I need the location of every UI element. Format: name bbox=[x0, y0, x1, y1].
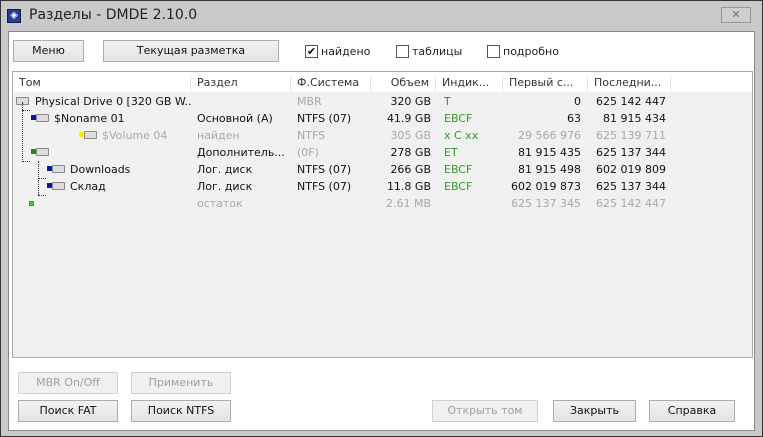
column-filesystem[interactable]: Ф.Система bbox=[291, 76, 371, 92]
open-volume-button[interactable]: Открыть том bbox=[432, 400, 538, 422]
filesystem: NTFS bbox=[297, 129, 326, 142]
drive-icon bbox=[36, 148, 49, 156]
cell-ind: ET bbox=[444, 146, 458, 159]
cell-size: 41.9 GB bbox=[386, 112, 431, 125]
tree-line bbox=[22, 102, 23, 162]
checkbox-found[interactable]: ✔ найдено bbox=[305, 44, 370, 58]
table-row[interactable]: $Noname 01 Основной (А) NTFS (07) 41.9 GB EB… bbox=[13, 110, 752, 127]
checkbox-detailed-box[interactable] bbox=[487, 44, 500, 58]
cell-size: 2.61 MB bbox=[385, 197, 431, 210]
drive-icon bbox=[52, 182, 65, 190]
volume-name: Склад bbox=[70, 180, 106, 193]
filesystem: NTFS (07) bbox=[297, 163, 352, 176]
search-fat-button[interactable]: Поиск FAT bbox=[18, 400, 118, 422]
partition-type: Лог. диск bbox=[197, 163, 253, 176]
cell-last: 625 137 344 bbox=[596, 146, 666, 159]
tree-line bbox=[22, 161, 30, 162]
partition-list[interactable]: Том Раздел Ф.Система Объем Индик... Перв… bbox=[12, 71, 753, 358]
cell-first: 29 566 976 bbox=[518, 129, 581, 142]
volume-name: Downloads bbox=[70, 163, 131, 176]
checkbox-label: найдено bbox=[321, 44, 371, 58]
filesystem: (0F) bbox=[297, 146, 319, 159]
volume-name: Physical Drive 0 [320 GB W... bbox=[35, 95, 191, 108]
partition-type: Дополнитель... bbox=[197, 146, 285, 159]
cell-first: 63 bbox=[567, 112, 581, 125]
cell-ind: EBCF bbox=[444, 180, 473, 193]
cell-last: 625 137 344 bbox=[596, 180, 666, 193]
table-row[interactable]: остаток 2.61 MB 625 137 345 625 142 447 bbox=[13, 195, 752, 212]
mbr-toggle-button[interactable]: MBR On/Off bbox=[18, 372, 118, 394]
drive-icon bbox=[52, 165, 65, 173]
partition-type: найден bbox=[197, 129, 240, 142]
cell-size: 305 GB bbox=[390, 129, 431, 142]
free-space-icon bbox=[29, 201, 34, 206]
cell-size: 266 GB bbox=[390, 163, 431, 176]
partition-type: остаток bbox=[197, 197, 243, 210]
cell-first: 81 915 435 bbox=[518, 146, 581, 159]
table-row[interactable]: Physical Drive 0 [320 GB W... MBR 320 GB T 0… bbox=[13, 93, 752, 110]
title-bar: ◈ Разделы - DMDE 2.10.0 ✕ bbox=[1, 1, 762, 31]
cell-size: 278 GB bbox=[390, 146, 431, 159]
list-header: Том Раздел Ф.Система Объем Индик... Перв… bbox=[13, 72, 752, 92]
volume-name: $Noname 01 bbox=[54, 112, 125, 125]
app-icon: ◈ bbox=[7, 9, 21, 23]
search-ntfs-button[interactable]: Поиск NTFS bbox=[131, 400, 231, 422]
table-row[interactable]: Downloads Лог. диск NTFS (07) 266 GB EBCF 81 … bbox=[13, 161, 752, 178]
column-first-sector[interactable]: Первый с... bbox=[503, 76, 588, 92]
checkbox-label: таблицы bbox=[412, 44, 463, 58]
window-title: Разделы - DMDE 2.10.0 bbox=[29, 7, 198, 23]
table-row[interactable]: Склад Лог. диск NTFS (07) 11.8 GB EBCF 602 01… bbox=[13, 178, 752, 195]
close-button[interactable]: Закрыть bbox=[553, 400, 636, 422]
drive-icon bbox=[36, 114, 49, 122]
column-partition[interactable]: Раздел bbox=[191, 76, 291, 92]
cell-last: 602 019 809 bbox=[596, 163, 666, 176]
volume-name: $Volume 04 bbox=[102, 129, 168, 142]
cell-ind: EBCF bbox=[444, 163, 473, 176]
cell-size: 320 GB bbox=[390, 95, 431, 108]
cell-first: 0 bbox=[574, 95, 581, 108]
tree-line bbox=[38, 195, 46, 196]
filesystem: NTFS (07) bbox=[297, 112, 352, 125]
drive-icon bbox=[84, 131, 97, 139]
cell-ind: EBCF bbox=[444, 112, 473, 125]
cell-last: 625 139 711 bbox=[596, 129, 666, 142]
cell-last: 625 142 447 bbox=[596, 197, 666, 210]
partition-type: Лог. диск bbox=[197, 180, 253, 193]
current-layout-button[interactable]: Текущая разметка bbox=[103, 40, 279, 62]
tree-line bbox=[22, 110, 30, 111]
column-indicators[interactable]: Индик... bbox=[436, 76, 503, 92]
cell-ind: x C xx bbox=[444, 129, 479, 142]
table-row[interactable]: $Volume 04 найден NTFS 305 GB x C xx 29 566 9… bbox=[13, 127, 752, 144]
cell-first: 625 137 345 bbox=[511, 197, 581, 210]
cell-first: 81 915 498 bbox=[518, 163, 581, 176]
apply-button[interactable]: Применить bbox=[131, 372, 231, 394]
checkbox-label: подробно bbox=[503, 44, 559, 58]
cell-first: 602 019 873 bbox=[511, 180, 581, 193]
help-button[interactable]: Справка bbox=[649, 400, 735, 422]
cell-size: 11.8 GB bbox=[386, 180, 431, 193]
checkbox-tables[interactable]: таблицы bbox=[396, 44, 462, 58]
close-icon[interactable]: ✕ bbox=[721, 7, 751, 23]
filesystem: MBR bbox=[297, 95, 322, 108]
column-volume[interactable]: Том bbox=[13, 76, 191, 92]
filesystem: NTFS (07) bbox=[297, 180, 352, 193]
cell-ind: T bbox=[444, 95, 451, 108]
checkbox-found-box[interactable]: ✔ bbox=[305, 44, 318, 58]
cell-last: 81 915 434 bbox=[603, 112, 666, 125]
partition-type: Основной (А) bbox=[197, 112, 273, 125]
column-last-sector[interactable]: Последни... bbox=[588, 76, 671, 92]
tree-line bbox=[38, 178, 46, 179]
cell-last: 625 142 447 bbox=[596, 95, 666, 108]
table-row[interactable]: Дополнитель... (0F) 278 GB ET 81 915 435 625 … bbox=[13, 144, 752, 161]
checkbox-detailed[interactable]: подробно bbox=[487, 44, 559, 58]
checkbox-tables-box[interactable] bbox=[396, 44, 409, 58]
menu-button[interactable]: Меню bbox=[13, 40, 84, 62]
column-size[interactable]: Объем bbox=[371, 76, 436, 92]
